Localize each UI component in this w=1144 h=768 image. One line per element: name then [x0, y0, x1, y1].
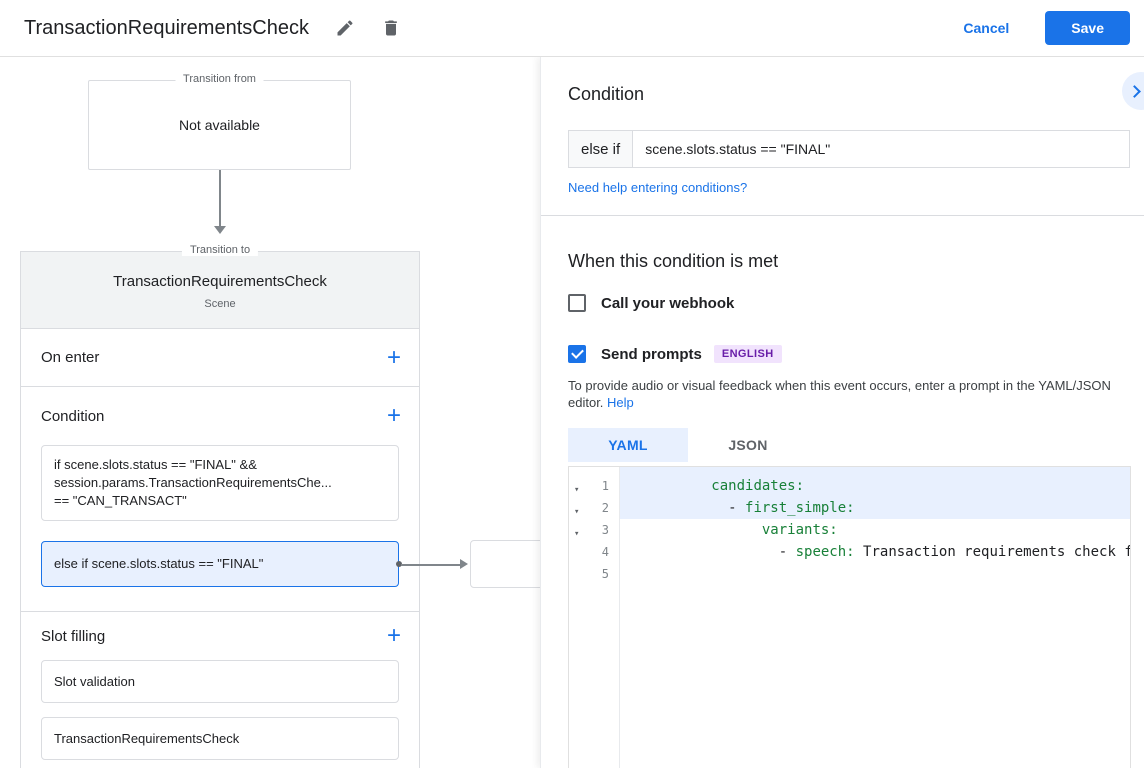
language-badge: ENGLISH	[714, 345, 782, 363]
condition-editor-panel: Condition else if Need help entering con…	[540, 57, 1144, 768]
save-button[interactable]: Save	[1045, 11, 1130, 45]
flow-arrow-line	[219, 170, 221, 227]
condition-input[interactable]	[632, 130, 1130, 168]
line-gutter: ▾ 3	[569, 523, 619, 537]
connector-arrow-icon	[460, 559, 468, 569]
scene-subtitle: Scene	[21, 298, 419, 310]
line-gutter: 4	[569, 545, 619, 559]
condition-section-head: Condition +	[21, 387, 419, 445]
scene-card[interactable]: Transition to TransactionRequirementsChe…	[20, 251, 420, 768]
code-token: -	[711, 544, 795, 560]
send-prompts-row: Send prompts ENGLISH	[568, 345, 782, 363]
condition-line: else if scene.slots.status == "FINAL"	[54, 555, 386, 573]
scene-card-header: TransactionRequirementsCheck Scene	[21, 252, 419, 329]
description-help-link[interactable]: Help	[607, 395, 634, 410]
condition-input-row: else if	[568, 130, 1130, 168]
transition-to-label: Transition to	[182, 244, 258, 256]
line-gutter: ▾ 2	[569, 501, 619, 515]
on-enter-row[interactable]: On enter +	[21, 329, 419, 387]
collapse-panel-button[interactable]	[1122, 72, 1144, 110]
condition-item-if[interactable]: if scene.slots.status == "FINAL" && sess…	[41, 445, 399, 521]
code-text: - speech: Transaction requirements check…	[619, 519, 1131, 585]
panel-divider	[541, 215, 1144, 216]
add-condition-icon[interactable]: +	[387, 404, 401, 428]
description-text: To provide audio or visual feedback when…	[568, 378, 1111, 410]
line-number: 3	[602, 523, 609, 537]
code-token: Transaction requirements check failed	[855, 544, 1131, 560]
slot-item[interactable]: Slot validation	[41, 660, 399, 703]
delete-button[interactable]	[381, 18, 401, 38]
add-slot-icon[interactable]: +	[387, 624, 401, 648]
scene-graph-canvas: Transition from Not available Transition…	[0, 57, 540, 768]
scene-title: TransactionRequirementsCheck	[21, 273, 419, 290]
gutter-divider	[619, 467, 620, 768]
webhook-row: Call your webhook	[568, 294, 734, 312]
flow-arrow-head	[214, 226, 226, 234]
code-line[interactable]: 4 - speech: Transaction requirements che…	[569, 541, 1130, 563]
yaml-editor[interactable]: ▾ 1 candidates: ▾ 2 - first_simple: ▾	[568, 466, 1131, 768]
panel-title: Condition	[568, 84, 644, 105]
prompts-description: To provide audio or visual feedback when…	[568, 377, 1134, 411]
slot-filling-label: Slot filling	[41, 628, 105, 645]
page-title: TransactionRequirementsCheck	[24, 17, 309, 40]
condition-prefix-label: else if	[568, 130, 633, 168]
condition-line: == "CAN_TRANSACT"	[54, 492, 386, 510]
fold-icon[interactable]: ▾	[574, 523, 579, 545]
code-token: speech:	[796, 544, 855, 560]
condition-line: session.params.TransactionRequirementsCh…	[54, 474, 386, 492]
line-number: 4	[602, 545, 609, 559]
condition-section: Condition + if scene.slots.status == "FI…	[21, 387, 419, 612]
edit-button[interactable]	[335, 18, 355, 38]
trash-icon	[381, 18, 401, 38]
tab-json[interactable]: JSON	[688, 428, 808, 462]
line-number: 1	[602, 479, 609, 493]
webhook-label: Call your webhook	[601, 295, 734, 312]
tab-yaml[interactable]: YAML	[568, 428, 688, 462]
on-enter-label: On enter	[41, 349, 99, 366]
pencil-icon	[335, 18, 355, 38]
transition-from-value: Not available	[179, 117, 260, 133]
chevron-right-icon	[1128, 85, 1141, 98]
transition-from-label: Transition from	[175, 73, 264, 85]
condition-help-link[interactable]: Need help entering conditions?	[568, 180, 747, 195]
fold-icon[interactable]: ▾	[574, 501, 579, 523]
connector-line	[401, 564, 463, 566]
condition-label: Condition	[41, 408, 104, 425]
top-bar: TransactionRequirementsCheck Cancel Save	[0, 0, 1144, 57]
webhook-checkbox[interactable]	[568, 294, 586, 312]
line-number: 5	[602, 567, 609, 581]
send-prompts-label: Send prompts	[601, 346, 702, 363]
condition-line: if scene.slots.status == "FINAL" &&	[54, 456, 386, 474]
editor-tabs: YAML JSON	[568, 428, 808, 462]
transition-target-box[interactable]	[470, 540, 540, 588]
send-prompts-checkbox[interactable]	[568, 345, 586, 363]
line-number: 2	[602, 501, 609, 515]
slot-item[interactable]: TransactionRequirementsCheck	[41, 717, 399, 760]
fold-icon[interactable]: ▾	[574, 479, 579, 501]
condition-item-else-if[interactable]: else if scene.slots.status == "FINAL"	[41, 541, 399, 587]
line-gutter: 5	[569, 567, 619, 581]
slot-filling-section-head: Slot filling +	[21, 612, 419, 660]
line-gutter: ▾ 1	[569, 479, 619, 493]
add-on-enter-icon[interactable]: +	[387, 346, 401, 370]
cancel-button[interactable]: Cancel	[963, 20, 1009, 36]
slot-filling-section: Slot filling + Slot validation Transacti…	[21, 612, 419, 768]
transition-from-box: Transition from Not available	[88, 80, 351, 170]
when-condition-met-title: When this condition is met	[568, 251, 778, 272]
